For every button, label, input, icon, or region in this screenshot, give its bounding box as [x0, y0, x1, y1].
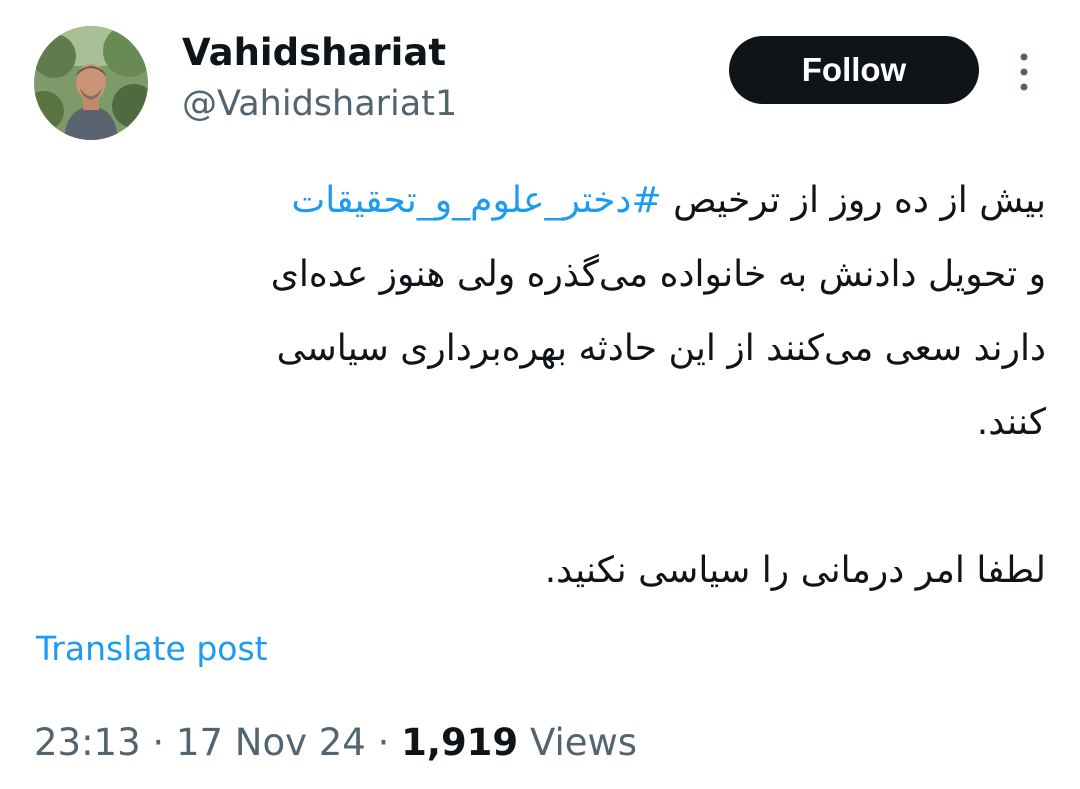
- user-handle[interactable]: @Vahidshariat1: [182, 82, 457, 126]
- tweet-line: کنند.: [976, 402, 1046, 443]
- meta-separator: ·: [152, 721, 165, 764]
- more-vertical-icon[interactable]: [1012, 50, 1036, 94]
- tweet-line: دارند سعی می‌کنند از این حادثه بهره‌بردا…: [276, 328, 1046, 369]
- translate-post-link[interactable]: Translate post: [36, 626, 268, 672]
- tweet-line-text: بیش از ده روز از ترخیص: [661, 180, 1046, 221]
- tweet-text: بیش از ده روز از ترخیص #دختر_علوم_و_تحقی…: [40, 164, 1046, 608]
- views-label: Views: [529, 721, 638, 764]
- tweet-line: لطفا امر درمانی را سیاسی نکنید.: [544, 550, 1046, 591]
- tweet-line: بیش از ده روز از ترخیص #دختر_علوم_و_تحقی…: [40, 164, 1046, 238]
- tweet-date[interactable]: 17 Nov 24: [176, 721, 366, 764]
- follow-button[interactable]: Follow: [729, 36, 979, 104]
- views-count: 1,919: [401, 721, 519, 764]
- tweet-card: Vahidshariat @Vahidshariat1 Follow بیش ا…: [0, 0, 1080, 789]
- tweet-line: و تحویل دادنش به خانواده می‌گذره ولی هنو…: [270, 254, 1046, 295]
- display-name[interactable]: Vahidshariat: [182, 30, 446, 76]
- meta-separator: ·: [377, 721, 390, 764]
- avatar-photo: [34, 26, 148, 140]
- avatar[interactable]: [34, 26, 148, 140]
- tweet-time[interactable]: 23:13: [34, 721, 141, 764]
- tweet-meta: 23:13 · 17 Nov 24 · 1,919 Views: [34, 718, 637, 768]
- hashtag-link[interactable]: #دختر_علوم_و_تحقیقات: [291, 180, 661, 221]
